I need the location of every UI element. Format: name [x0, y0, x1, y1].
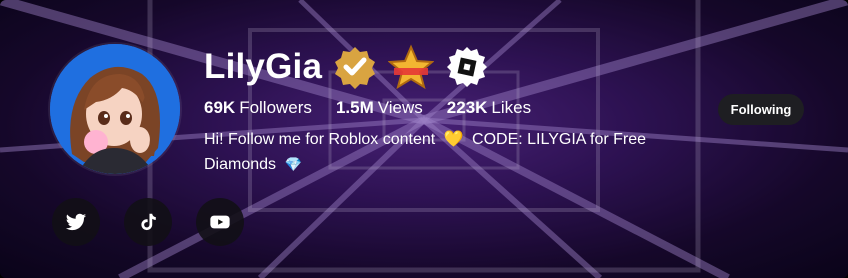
tiktok-icon	[141, 213, 156, 231]
diamond-icon: 💎	[284, 156, 302, 172]
profile-stats: 69K Followers 1.5M Views 223K Likes	[204, 98, 531, 118]
stat-value: 1.5M	[335, 98, 374, 117]
stat-likes[interactable]: 223K Likes	[447, 98, 531, 118]
profile-banner: LilyGia 69K Followers 1.5M Views 223K Likes…	[0, 0, 848, 278]
verified-badge-icon	[335, 47, 376, 89]
avatar[interactable]	[50, 44, 180, 174]
youtube-link[interactable]	[196, 198, 244, 246]
stat-value: 223K	[446, 98, 488, 117]
social-links	[52, 198, 244, 246]
stat-views[interactable]: 1.5M Views	[336, 98, 423, 118]
stat-label: Views	[377, 98, 423, 117]
roblox-badge-icon	[447, 47, 488, 87]
following-button[interactable]: Following	[718, 94, 804, 125]
tiktok-link[interactable]	[124, 198, 172, 246]
youtube-icon	[210, 215, 230, 229]
star-badge-icon	[388, 44, 435, 90]
heart-icon: 💛	[443, 131, 464, 148]
profile-name: LilyGia	[204, 47, 323, 86]
stat-label: Followers	[239, 98, 312, 117]
twitter-link[interactable]	[52, 198, 100, 246]
profile-header: LilyGia	[204, 44, 490, 90]
twitter-icon	[65, 213, 87, 231]
stat-followers[interactable]: 69K Followers	[204, 98, 312, 118]
stat-label: Likes	[491, 98, 532, 117]
stat-value: 69K	[204, 98, 236, 117]
bio-text-1: Hi! Follow me for Roblox content	[204, 131, 436, 148]
profile-bio: Hi! Follow me for Roblox content 💛 CODE:…	[204, 128, 674, 177]
